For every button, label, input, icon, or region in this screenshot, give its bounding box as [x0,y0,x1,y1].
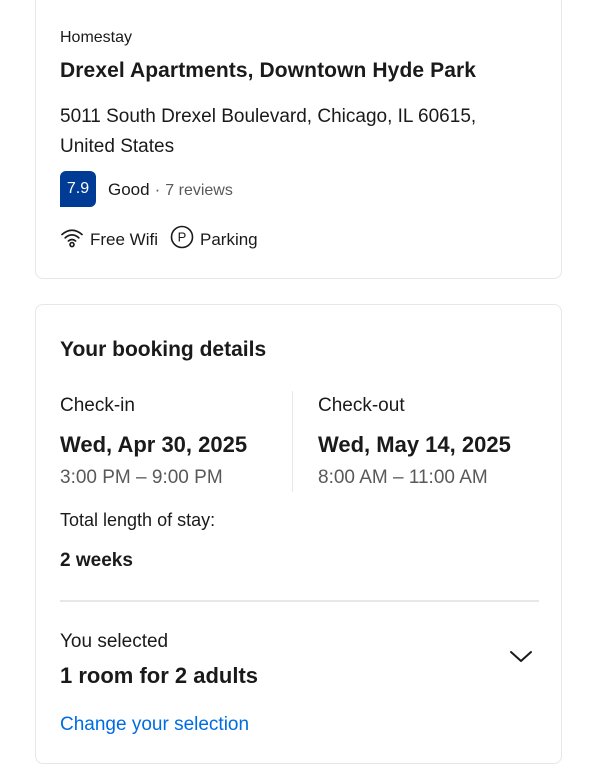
stay-length-value: 2 weeks [60,550,133,571]
selection-label: You selected [60,631,169,652]
section-divider [60,600,539,602]
parking-icon: P [170,225,200,254]
booking-details-title: Your booking details [60,338,267,361]
checkout-label: Check-out [318,395,405,416]
property-card: Homestay Drexel Apartments, Downtown Hyd… [35,0,562,279]
review-score-word: Good [108,180,150,199]
amenity-label: Free Wifi [90,229,158,249]
checkin-label: Check-in [60,395,135,416]
property-address: 5011 South Drexel Boulevard, Chicago, IL… [60,106,477,157]
checkout-time: 8:00 AM – 11:00 AM [318,467,488,488]
amenity-label: Parking [200,229,258,249]
chevron-down-icon[interactable] [508,648,534,666]
property-type: Homestay [60,29,133,46]
review-summary: Good · 7 reviews [108,180,233,200]
change-selection-link[interactable]: Change your selection [60,714,249,736]
review-count: 7 reviews [165,182,233,199]
review-separator: · [154,180,161,199]
amenity-parking: P Parking [170,225,258,254]
review-score-badge: 7.9 [60,171,96,207]
selection-value: 1 room for 2 adults [60,663,259,688]
amenity-wifi: Free Wifi [60,226,158,253]
svg-text:P: P [178,230,187,245]
wifi-icon [60,226,90,253]
checkin-time: 3:00 PM – 9:00 PM [60,467,223,488]
checkin-date: Wed, Apr 30, 2025 [60,432,248,457]
checkout-date: Wed, May 14, 2025 [318,432,511,457]
booking-details-card: Your booking details Check-in Wed, Apr 3… [35,304,562,764]
stay-length-label: Total length of stay: [60,510,216,530]
property-name: Drexel Apartments, Downtown Hyde Park [60,59,477,82]
amenities-list: Free Wifi P Parking [60,225,270,254]
column-divider [292,391,293,492]
